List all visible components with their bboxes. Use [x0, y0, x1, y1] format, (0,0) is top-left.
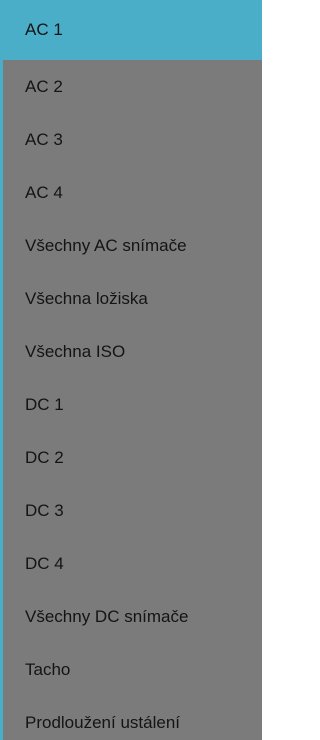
menu-item-label: AC 3	[25, 130, 63, 149]
menu-item-label: AC 4	[25, 183, 63, 202]
menu-item-ac-1[interactable]: AC 1	[3, 0, 262, 60]
menu-item-label: Všechna ložiska	[25, 289, 148, 308]
menu-item-label: Všechna ISO	[25, 342, 126, 361]
channel-select-menu: AC 1 AC 2 AC 3 AC 4 Všechny AC snímače V…	[0, 0, 262, 740]
menu-item-dc-1[interactable]: DC 1	[3, 378, 262, 431]
menu-item-settling-extension[interactable]: Prodloužení ustálení	[3, 696, 262, 740]
menu-item-all-iso[interactable]: Všechna ISO	[3, 325, 262, 378]
menu-item-dc-2[interactable]: DC 2	[3, 431, 262, 484]
menu-item-label: Všechny DC snímače	[25, 607, 189, 626]
menu-item-label: Tacho	[25, 660, 71, 679]
menu-item-ac-2[interactable]: AC 2	[3, 60, 262, 113]
menu-item-label: DC 4	[25, 554, 64, 573]
menu-item-all-dc-sensors[interactable]: Všechny DC snímače	[3, 590, 262, 643]
menu-item-label: AC 2	[25, 77, 63, 96]
menu-item-label: DC 1	[25, 395, 64, 414]
menu-item-ac-4[interactable]: AC 4	[3, 166, 262, 219]
menu-item-dc-3[interactable]: DC 3	[3, 484, 262, 537]
menu-item-ac-3[interactable]: AC 3	[3, 113, 262, 166]
menu-item-label: Prodloužení ustálení	[25, 713, 180, 732]
menu-item-tacho[interactable]: Tacho	[3, 643, 262, 696]
menu-item-all-ac-sensors[interactable]: Všechny AC snímače	[3, 219, 262, 272]
menu-item-label: DC 3	[25, 501, 64, 520]
menu-item-label: AC 1	[25, 20, 63, 39]
menu-item-all-bearings[interactable]: Všechna ložiska	[3, 272, 262, 325]
menu-item-label: DC 2	[25, 448, 64, 467]
menu-item-dc-4[interactable]: DC 4	[3, 537, 262, 590]
menu-item-label: Všechny AC snímače	[25, 236, 187, 255]
